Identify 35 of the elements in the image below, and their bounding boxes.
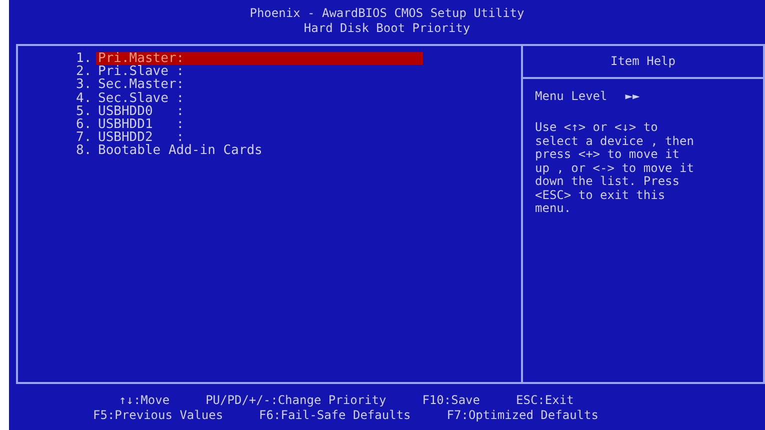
key-hint: F10:Save [422, 393, 480, 408]
menu-level-marker: ►► [625, 89, 640, 103]
item-number: 3. [76, 78, 93, 92]
key-hint: PU/PD/+/-:Change Priority [206, 393, 386, 408]
item-number: 7. [76, 131, 93, 144]
help-text-line: press <+> to move it [535, 148, 680, 162]
boot-device-item[interactable]: USBHDD2 : [96, 131, 423, 144]
page-title: Hard Disk Boot Priority [302, 21, 472, 36]
key-hint: F5:Previous Values [93, 408, 224, 423]
item-number: 4. [76, 92, 93, 105]
item-number: 8. [76, 144, 93, 158]
help-text-line: select a device , then [535, 134, 695, 148]
boot-device-item[interactable]: Sec.Master: [96, 78, 423, 92]
boot-device-item[interactable]: Pri.Slave : [96, 65, 423, 78]
help-text-line: down the list. Press [535, 175, 680, 188]
key-hint: ESC:Exit [516, 393, 574, 408]
help-text-line: up , or <-> to move it [535, 162, 695, 175]
key-hint: F7:Optimized Defaults [446, 408, 598, 423]
help-text-line: <ESC> to exit this [535, 188, 666, 202]
boot-device-item[interactable]: Sec.Slave : [96, 92, 423, 105]
item-number: 2. [76, 65, 93, 78]
help-text-line: menu. [535, 202, 572, 216]
boot-device-item[interactable]: Pri.Master: [96, 52, 423, 66]
window-title: Phoenix - AwardBIOS CMOS Setup Utility [248, 6, 526, 21]
boot-device-item[interactable]: Bootable Add-in Cards [96, 144, 423, 158]
item-number: 5. [76, 104, 93, 118]
help-text-line: Use <↑> or <↓> to [535, 121, 659, 134]
menu-level-label: Menu Level [535, 89, 608, 103]
item-number: 1. [76, 52, 93, 66]
boot-device-item[interactable]: USBHDD0 : [96, 104, 423, 118]
boot-device-item[interactable]: USBHDD1 : [96, 118, 423, 132]
key-hint: F6:Fail-Safe Defaults [259, 408, 411, 423]
help-title: Item Help [610, 54, 676, 68]
key-hint: ↑↓:Move [119, 393, 170, 408]
item-number: 6. [76, 118, 93, 132]
